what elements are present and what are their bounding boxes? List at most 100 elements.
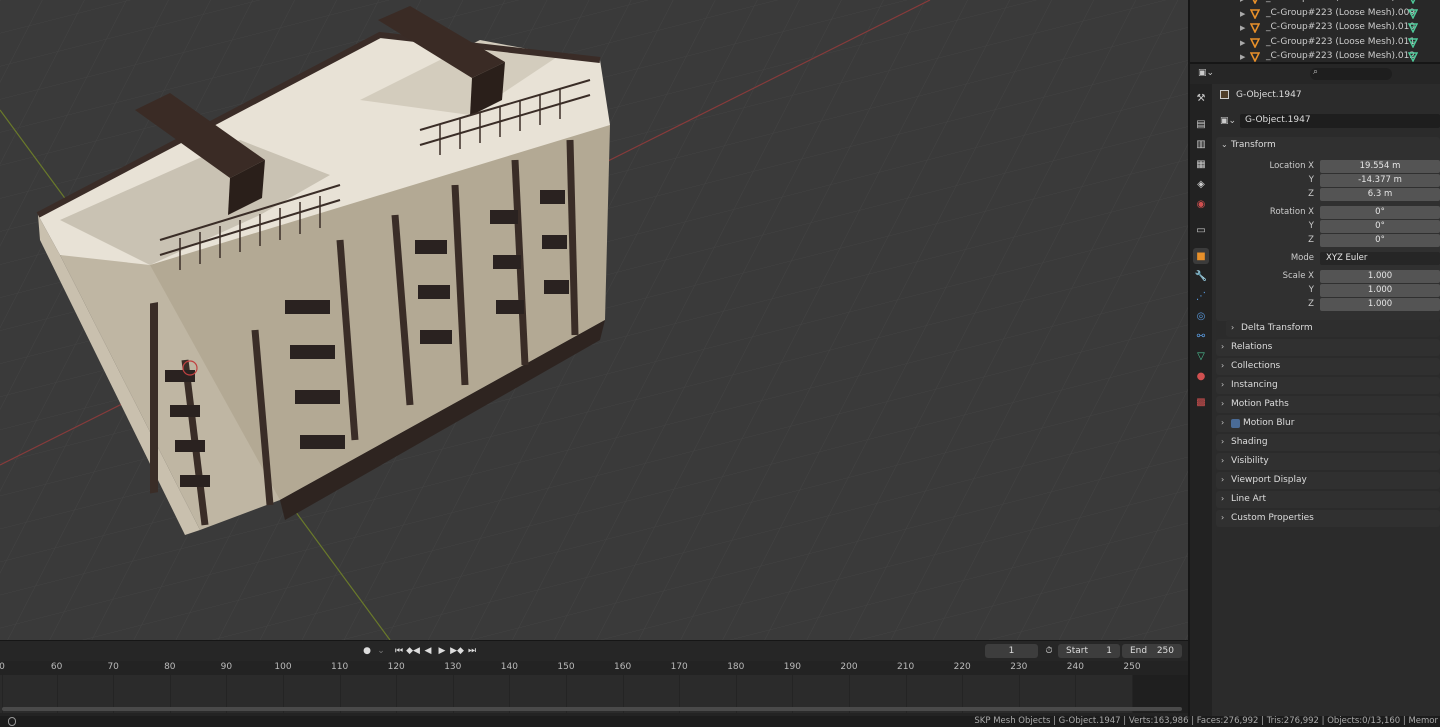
keying-dropdown-icon[interactable]: ⌄ <box>376 644 386 658</box>
outliner-row[interactable]: ▶ _C-Group#223 (Loose Mesh).010 <box>1190 21 1440 35</box>
stopwatch-icon[interactable]: ⏱ <box>1042 644 1056 658</box>
viewport-scene <box>0 0 1188 640</box>
mesh-data-icon[interactable] <box>1408 52 1418 62</box>
frame-tick-label: 230 <box>1010 662 1028 672</box>
motion-blur-panel[interactable]: › Motion Blur <box>1216 415 1440 432</box>
outliner-row[interactable]: ▶ _C-Group#223 (Loose Mesh).009 <box>1190 7 1440 21</box>
timeline-ruler[interactable]: 0 60 70 80 90 100 110 120 130 140 150 160 170 180 190 2… <box>0 661 1188 675</box>
object-tab-icon[interactable]: ■ <box>1193 248 1209 264</box>
outliner-row[interactable]: ▶ _C-Group#223 (Loose Mesh).008 <box>1190 0 1440 6</box>
rotation-z-row: Z 0° <box>1216 234 1440 247</box>
play-icon[interactable]: ▶ <box>436 644 448 658</box>
chevron-right-icon: › <box>1221 437 1225 446</box>
scale-z-field[interactable]: 1.000 <box>1320 298 1440 311</box>
modifier-tab-icon[interactable]: 🔧 <box>1193 268 1209 284</box>
properties-search-field[interactable]: ⌕ <box>1310 67 1392 80</box>
constraints-tab-icon[interactable]: ⚯ <box>1193 328 1209 344</box>
chevron-right-icon: › <box>1221 513 1225 522</box>
scale-x-field[interactable]: 1.000 <box>1320 270 1440 283</box>
mouse-icon <box>8 717 16 726</box>
view-layer-tab-icon[interactable]: ▦ <box>1193 156 1209 172</box>
play-reverse-icon[interactable]: ◀ <box>422 644 434 658</box>
collections-panel[interactable]: › Collections <box>1216 358 1440 375</box>
expand-arrow-icon[interactable]: ▶ <box>1240 39 1245 47</box>
tool-tab-icon[interactable]: ⚒ <box>1193 90 1209 106</box>
mesh-data-tab-icon[interactable]: ▽ <box>1193 348 1209 364</box>
mesh-data-icon[interactable] <box>1408 23 1418 33</box>
motion-paths-label: Motion Paths <box>1231 399 1289 409</box>
visibility-panel[interactable]: › Visibility <box>1216 453 1440 470</box>
mesh-data-icon[interactable] <box>1408 37 1418 48</box>
editor-type-icon[interactable]: ▣⌄ <box>1198 68 1216 80</box>
object-properties: G-Object.1947 ▣⌄ G-Object.1947 ⌄ Transfo… <box>1212 84 1440 716</box>
particles-tab-icon[interactable]: ⋰ <box>1193 288 1209 304</box>
motion-blur-checkbox[interactable] <box>1231 419 1240 428</box>
line-art-label: Line Art <box>1231 494 1267 504</box>
scale-y-field[interactable]: 1.000 <box>1320 284 1440 297</box>
mesh-data-icon[interactable] <box>1408 0 1418 4</box>
jump-end-icon[interactable]: ⏭ <box>466 644 478 658</box>
jump-start-icon[interactable]: ⏮ <box>393 644 405 658</box>
texture-tab-icon[interactable]: ▩ <box>1193 394 1209 410</box>
mesh-data-icon[interactable] <box>1408 8 1418 19</box>
outliner-row[interactable]: ▶ _C-Group#223 (Loose Mesh).012 <box>1190 50 1440 62</box>
collection-tab-icon[interactable]: ▭ <box>1193 222 1209 238</box>
object-icon <box>1220 90 1229 99</box>
outliner[interactable]: ▶ _C-Group#223 (Loose Mesh).008 ▶ _C-Group#… <box>1190 0 1440 64</box>
location-y-label: Y <box>1308 175 1314 185</box>
physics-tab-icon[interactable]: ◎ <box>1193 308 1209 324</box>
frame-tick-label: 80 <box>164 662 176 672</box>
start-frame-field[interactable]: Start 1 <box>1058 644 1120 658</box>
timeline-scrollbar[interactable] <box>2 707 1182 711</box>
3d-viewport[interactable] <box>0 0 1188 640</box>
scene-tab-icon[interactable]: ◈ <box>1193 176 1209 192</box>
expand-arrow-icon[interactable]: ▶ <box>1240 10 1245 18</box>
frame-tick-label: 190 <box>783 662 801 672</box>
expand-arrow-icon[interactable]: ▶ <box>1240 53 1245 61</box>
viewport-display-panel[interactable]: › Viewport Display <box>1216 472 1440 489</box>
location-x-row: Location X 19.554 m <box>1216 160 1440 173</box>
next-keyframe-icon[interactable]: ▶◆ <box>450 644 464 658</box>
object-type-icon[interactable]: ▣⌄ <box>1220 116 1236 126</box>
scale-x-row: Scale X 1.000 <box>1216 270 1440 283</box>
rotation-mode-label: Mode <box>1290 253 1314 263</box>
scale-y-label: Y <box>1308 285 1314 295</box>
location-x-field[interactable]: 19.554 m <box>1320 160 1440 173</box>
output-tab-icon[interactable]: ▥ <box>1193 136 1209 152</box>
location-y-field[interactable]: -14.377 m <box>1320 174 1440 187</box>
material-tab-icon[interactable]: ● <box>1193 368 1209 384</box>
location-x-label: Location X <box>1269 161 1314 171</box>
render-tab-icon[interactable]: ▤ <box>1193 116 1209 132</box>
current-frame-field[interactable]: 1 <box>985 644 1038 658</box>
record-icon[interactable]: ● <box>360 644 374 658</box>
prev-keyframe-icon[interactable]: ◆◀ <box>406 644 420 658</box>
end-frame-value: 250 <box>1156 646 1174 656</box>
line-art-panel[interactable]: › Line Art <box>1216 491 1440 508</box>
world-tab-icon[interactable]: ◉ <box>1193 196 1209 212</box>
delta-transform-subpanel[interactable]: › Delta Transform <box>1226 320 1440 337</box>
rotation-z-field[interactable]: 0° <box>1320 234 1440 247</box>
rotation-y-field[interactable]: 0° <box>1320 220 1440 233</box>
frame-tick-label: 120 <box>387 662 405 672</box>
transform-panel-header[interactable]: ⌄ Transform <box>1216 137 1440 155</box>
expand-arrow-icon[interactable]: ▶ <box>1240 0 1245 3</box>
rotation-mode-select[interactable]: XYZ Euler <box>1320 252 1440 265</box>
timeline-editor[interactable]: ● ⌄ ⏮ ◆◀ ◀ ▶ ▶◆ ⏭ 1 ⏱ Start 1 End 250 0 6… <box>0 640 1188 716</box>
motion-paths-panel[interactable]: › Motion Paths <box>1216 396 1440 413</box>
rotation-x-label: Rotation X <box>1269 207 1314 217</box>
expand-arrow-icon[interactable]: ▶ <box>1240 24 1245 32</box>
frame-tick-label: 210 <box>897 662 915 672</box>
end-frame-field[interactable]: End 250 <box>1122 644 1182 658</box>
chevron-right-icon: › <box>1221 399 1225 408</box>
custom-properties-panel[interactable]: › Custom Properties <box>1216 510 1440 527</box>
frame-tick-label: 110 <box>331 662 349 672</box>
location-z-field[interactable]: 6.3 m <box>1320 188 1440 201</box>
object-name-row: ▣⌄ G-Object.1947 <box>1220 114 1440 128</box>
outliner-item-name: _C-Group#223 (Loose Mesh).011 <box>1266 36 1416 47</box>
outliner-row[interactable]: ▶ _C-Group#223 (Loose Mesh).011 <box>1190 36 1440 50</box>
rotation-y-label: Y <box>1308 221 1314 231</box>
instancing-panel[interactable]: › Instancing <box>1216 377 1440 394</box>
rotation-x-field[interactable]: 0° <box>1320 206 1440 219</box>
relations-panel[interactable]: › Relations <box>1216 339 1440 356</box>
shading-panel[interactable]: › Shading <box>1216 434 1440 451</box>
